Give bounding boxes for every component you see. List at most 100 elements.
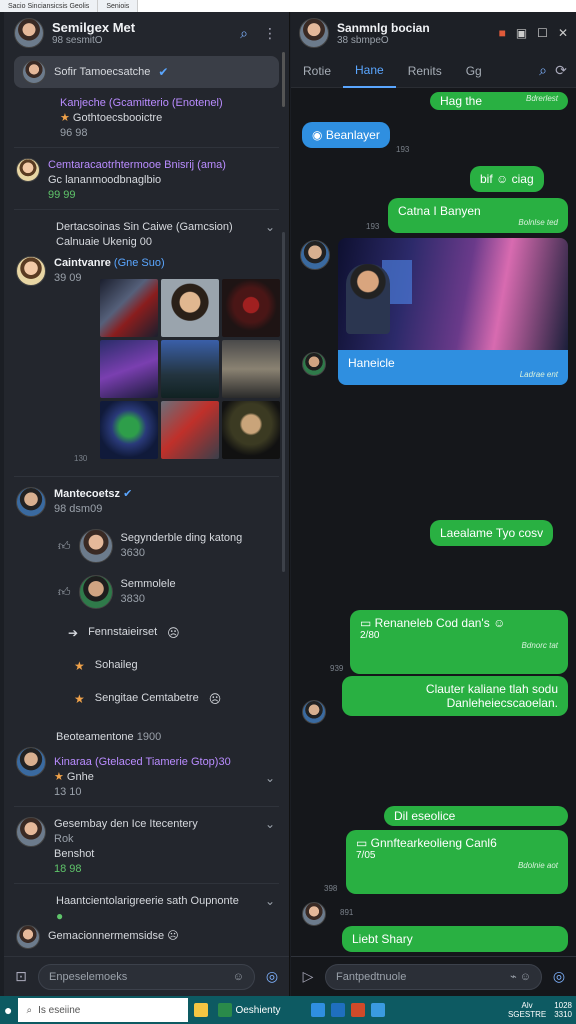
avatar[interactable]	[302, 902, 326, 926]
card-icon: ▭	[360, 616, 375, 630]
list-item[interactable]: Kinaraa (Gtelaced Tiamerie Gtop)30 ★ Gnh…	[4, 745, 289, 800]
media-thumbnail[interactable]	[161, 340, 219, 398]
search-icon[interactable]: ⌕	[235, 24, 253, 42]
window-tab[interactable]: Sacio Sinciansicsis Geolis	[0, 0, 99, 12]
message-bubble[interactable]: Haneicle Ladrae ent	[338, 350, 568, 385]
tab-renits[interactable]: Renits	[396, 54, 454, 88]
list-item[interactable]: Cemtaracaotrhtermooe Bnisrij (ama) Gc la…	[4, 154, 289, 203]
thread-item[interactable]: ➔ Fennstaieirset ☹	[4, 609, 289, 640]
media-thumbnail[interactable]	[161, 279, 219, 337]
avatar[interactable]	[14, 18, 44, 48]
mic-icon[interactable]: ◎	[550, 968, 568, 986]
tab-rotie[interactable]: Rotie	[291, 54, 343, 88]
send-arrow-icon[interactable]: ▷	[299, 968, 317, 986]
media-thumbnail[interactable]	[222, 279, 280, 337]
message-bubble[interactable]: bif ☺ ciag	[470, 166, 544, 192]
list-item[interactable]: Gesembay den Ice Itecentery Rok Benshot …	[4, 813, 289, 877]
thread-meta: 98 dsm09	[54, 503, 103, 515]
item-line: Rok	[54, 833, 74, 845]
tab-gg[interactable]: Gg	[454, 54, 494, 88]
chevron-down-icon[interactable]: ⌄	[265, 817, 275, 831]
taskbar-app[interactable]: Oeshienty	[214, 999, 284, 1021]
system-tray[interactable]: Alv SGESTRE 1028 3310	[508, 1001, 572, 1019]
message-time: 398	[324, 884, 338, 893]
message-bubble[interactable]: ▭ Renaneleb Cod dan's ☺ 2/80 Bdnorc tat	[350, 610, 568, 674]
thumbs-up-icon[interactable]: 👍︎	[58, 585, 71, 600]
store-icon[interactable]	[370, 1003, 385, 1017]
media-grid[interactable]	[100, 279, 280, 459]
emoji-icon[interactable]: ☺	[233, 971, 244, 983]
edge-icon[interactable]	[310, 1003, 325, 1017]
chevron-down-icon[interactable]: ⌄	[265, 894, 275, 908]
more-vertical-icon[interactable]: ⋮	[261, 24, 279, 42]
bag-icon[interactable]: ▣	[516, 26, 527, 40]
search-icon[interactable]: ⌕	[534, 62, 552, 80]
message-bubble[interactable]: ◉ Beanlayer	[302, 122, 390, 148]
media-thumbnail[interactable]	[161, 401, 219, 459]
thread-item-label: Sohaileg	[94, 659, 138, 671]
emoji-icon: ☹	[208, 691, 222, 706]
message-bubble[interactable]: ▭ Gnnftearkeolieng Canl6 7/05 Bdolnie aot	[346, 830, 568, 894]
message-bubble[interactable]: Clauter kaliane tlah sodu Danleheiecscaoe…	[342, 676, 568, 716]
media-thumbnail[interactable]	[222, 401, 280, 459]
arrow-right-icon: ➔	[68, 625, 79, 640]
emoji-icon: ☹	[167, 625, 180, 640]
item-meta: 96 98	[60, 127, 88, 139]
thumbs-up-icon[interactable]: 👍︎	[58, 539, 71, 554]
message-input[interactable]: Enpeselemoeks ☺	[38, 963, 255, 990]
list-item[interactable]: Kanjeche (Gcamitterio (Enotenel) ★ Gotht…	[4, 90, 289, 141]
message-bubble[interactable]: Catna I Banyen Bolnlse ted	[388, 198, 568, 233]
scrollbar[interactable]	[282, 52, 285, 107]
restore-icon[interactable]: ☐	[537, 26, 548, 40]
emoji-icon: ☺	[496, 172, 509, 186]
media-thumbnail[interactable]	[100, 401, 158, 459]
message-bubble[interactable]: Liebt Shary	[342, 926, 568, 952]
close-icon[interactable]: ✕	[558, 26, 568, 40]
windows-start-icon[interactable]: ●	[4, 1002, 12, 1018]
chevron-down-icon[interactable]: ⌄	[265, 771, 275, 785]
grid-time: 130	[74, 454, 88, 463]
message-bubble[interactable]: Laealame Tyo cosv	[430, 520, 554, 546]
tab-hane[interactable]: Hane	[343, 54, 396, 88]
thread-item[interactable]: ★ Sohaileg	[4, 640, 289, 673]
mail-icon[interactable]	[330, 1003, 345, 1017]
item-line: Gc lananmoodbnaglbio	[48, 174, 162, 186]
thread-header[interactable]: Mantecoetsz ✔ 98 dsm09	[4, 483, 289, 517]
office-icon[interactable]	[350, 1003, 365, 1017]
folder-icon[interactable]	[194, 1003, 209, 1017]
avatar	[16, 487, 46, 517]
conversation-subtitle: 38 sbmpeO	[337, 34, 389, 46]
list-item[interactable]: Dertacsoinas Sin Caiwe (Gamcsion) Calnua…	[4, 216, 289, 250]
search-icon: ⌕	[26, 1004, 33, 1016]
avatar[interactable]	[299, 18, 329, 48]
message-bubble[interactable]: Hag the Bdrerlest	[430, 92, 568, 110]
taskbar-search[interactable]: ⌕ Is eseiine	[18, 998, 189, 1022]
avatar[interactable]	[300, 240, 330, 270]
avatar	[22, 60, 46, 84]
item-line: Dertacsoinas Sin Caiwe (Gamcsion)	[56, 221, 233, 233]
window-tab[interactable]: Seniois	[98, 0, 139, 12]
emoji-icon: ☹	[167, 930, 179, 942]
media-thumbnail[interactable]	[222, 340, 280, 398]
chevron-down-icon[interactable]: ⌄	[265, 220, 275, 234]
pinned-item[interactable]: Sofir Tamoecsatche ✔	[14, 56, 279, 88]
thread-item[interactable]: 👍︎ Segynderble ding katong 3630	[4, 517, 289, 563]
avatar[interactable]	[302, 700, 326, 724]
section-head: Beoteamentone	[56, 731, 134, 743]
media-thumbnail[interactable]	[100, 340, 158, 398]
refresh-icon[interactable]: ⟳	[552, 62, 570, 80]
media-image[interactable]	[338, 238, 568, 350]
section-time: 1900	[136, 731, 162, 743]
thread-item[interactable]: ★ Sengitae Cemtabetre ☹	[4, 673, 289, 706]
attach-icon[interactable]: ⊡	[12, 968, 30, 986]
send-icon[interactable]: ◎	[263, 968, 281, 986]
message-input[interactable]: Fantpedtnuole ⌁ ☺	[325, 963, 542, 990]
app-icon[interactable]: ■	[499, 26, 506, 40]
message-bubble[interactable]: Dil eseolice	[384, 806, 568, 826]
list-item[interactable]: Haantcientolarigreerie sath Oupnonte ● ⌄	[4, 890, 289, 923]
list-item[interactable]: Gemacionnermemsidse ☹	[4, 923, 289, 949]
thread-item[interactable]: 👍︎ Semmolele 3830	[4, 563, 289, 609]
media-thumbnail[interactable]	[100, 279, 158, 337]
message-time: 193	[396, 145, 410, 154]
avatar[interactable]	[302, 352, 326, 376]
